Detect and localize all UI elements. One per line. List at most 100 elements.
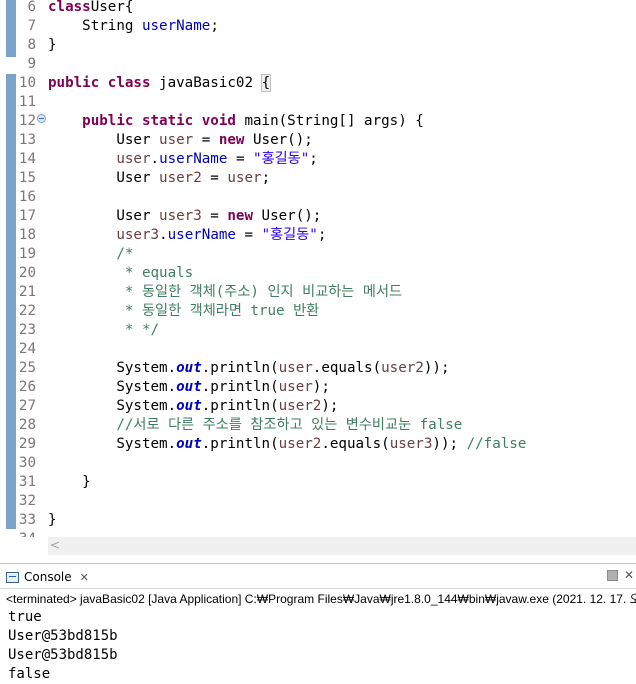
line-number: 16 xyxy=(18,189,36,205)
code-token: System. xyxy=(48,398,177,414)
code-line[interactable]: 32 xyxy=(0,492,636,511)
line-number: 10 xyxy=(18,75,36,91)
code-line[interactable]: 15 User user2 = user; xyxy=(0,169,636,188)
code-token: * 동일한 객체라면 true 반환 xyxy=(48,303,320,319)
code-token: user3 xyxy=(389,436,433,452)
code-text: * 동일한 객체라면 true 반환 xyxy=(48,302,319,321)
line-number: 13 xyxy=(18,132,36,148)
console-tab-label: Console xyxy=(24,570,72,584)
code-text: user3.userName = "홍길동"; xyxy=(48,226,326,245)
code-token: class xyxy=(107,75,151,91)
code-line[interactable]: 6 classUser{ xyxy=(0,0,636,17)
code-token: userName xyxy=(159,151,228,167)
code-line[interactable]: 19 /* xyxy=(0,245,636,264)
code-text: } xyxy=(48,36,57,55)
code-line[interactable]: 27 System.out.println(user2); xyxy=(0,397,636,416)
code-line[interactable]: 31 } xyxy=(0,473,636,492)
fold-collapse-icon[interactable] xyxy=(37,114,46,123)
line-number: 33 xyxy=(18,512,36,528)
code-line[interactable]: 12 public static void main(String[] args… xyxy=(0,112,636,131)
code-token: = xyxy=(193,132,219,148)
code-line[interactable]: 26 System.out.println(user); xyxy=(0,378,636,397)
code-line[interactable]: 20 * equals xyxy=(0,264,636,283)
code-token: out xyxy=(176,379,202,395)
code-token: )); xyxy=(432,436,467,452)
code-token: user xyxy=(116,151,151,167)
horizontal-scrollbar[interactable]: < xyxy=(48,537,636,555)
code-line[interactable]: 9 xyxy=(0,55,636,74)
code-line[interactable]: 24 xyxy=(0,340,636,359)
line-number: 27 xyxy=(18,398,36,414)
code-text: } xyxy=(48,473,91,492)
code-line[interactable]: 21 * 동일한 객체(주소) 인지 비교하는 메서드 xyxy=(0,283,636,302)
code-token: ); xyxy=(312,379,330,395)
code-line[interactable]: 22 * 동일한 객체라면 true 반환 xyxy=(0,302,636,321)
console-output-line: true xyxy=(8,609,42,625)
close-icon[interactable]: ✕ xyxy=(80,571,89,584)
line-number: 19 xyxy=(18,246,36,262)
code-token: main(String[] args) { xyxy=(235,113,424,129)
code-token: .equals( xyxy=(321,436,390,452)
code-editor[interactable]: 6 classUser{7 String userName; 8} 9 10 public… xyxy=(0,0,636,537)
code-token: new xyxy=(227,208,254,224)
code-line[interactable]: 11 xyxy=(0,93,636,112)
console-tab[interactable]: Console ✕ xyxy=(6,568,89,586)
line-number: 34 xyxy=(14,530,36,537)
console-output[interactable]: true User@53bd815b User@53bd815b false xyxy=(8,608,636,684)
code-token: String xyxy=(48,18,142,34)
code-line[interactable]: 23 * */ xyxy=(0,321,636,340)
code-token: out xyxy=(176,436,202,452)
code-token: { xyxy=(260,74,272,92)
code-line[interactable]: 34 xyxy=(0,530,636,537)
code-token: "홍길동" xyxy=(253,151,310,167)
code-token: * 동일한 객체(주소) 인지 비교하는 메서드 xyxy=(48,284,403,300)
line-number: 12 xyxy=(18,113,36,129)
code-text: User user = new User(); xyxy=(48,131,312,150)
code-line[interactable]: 28 //서로 다른 주소를 참조하고 있는 변수비교눈 false xyxy=(0,416,636,435)
code-token: user2 xyxy=(278,398,322,414)
line-number: 32 xyxy=(18,493,36,509)
code-line[interactable]: 16 xyxy=(0,188,636,207)
code-token: .println( xyxy=(201,436,279,452)
line-number: 20 xyxy=(18,265,36,281)
code-line[interactable]: 7 String userName; xyxy=(0,17,636,36)
code-token: .println( xyxy=(201,379,279,395)
panel-divider xyxy=(0,555,636,563)
line-number: 17 xyxy=(18,208,36,224)
close-view-icon[interactable]: ✕ xyxy=(624,568,634,582)
code-line[interactable]: 29 System.out.println(user2.equals(user3… xyxy=(0,435,636,454)
code-text: } xyxy=(48,511,57,530)
code-token: void xyxy=(201,113,236,129)
console-output-line: User@53bd815b xyxy=(8,647,118,663)
code-token: = xyxy=(227,151,254,167)
code-line[interactable]: 14 user.userName = "홍길동"; xyxy=(0,150,636,169)
line-number: 14 xyxy=(18,151,36,167)
line-number: 8 xyxy=(27,37,36,53)
code-token: userName xyxy=(141,18,211,34)
code-text: /* xyxy=(48,245,133,264)
code-token: User{ xyxy=(90,0,134,15)
code-line[interactable]: 30 xyxy=(0,454,636,473)
code-line[interactable]: 8} xyxy=(0,36,636,55)
code-line[interactable]: 33} xyxy=(0,511,636,530)
code-line[interactable]: 13 User user = new User(); xyxy=(0,131,636,150)
code-token: = xyxy=(201,170,228,186)
code-token: user2 xyxy=(381,360,424,376)
code-token: System. xyxy=(48,436,177,452)
code-token: } xyxy=(48,512,57,528)
line-number: 25 xyxy=(18,360,36,376)
line-number: 9 xyxy=(27,56,36,72)
code-text: System.out.println(user2); xyxy=(48,397,338,416)
code-token: * */ xyxy=(48,322,160,338)
code-line[interactable]: 18 user3.userName = "홍길동"; xyxy=(0,226,636,245)
code-line[interactable]: 17 User user3 = new User(); xyxy=(0,207,636,226)
scroll-left-icon[interactable]: < xyxy=(50,538,60,552)
terminate-icon[interactable] xyxy=(606,570,618,581)
code-line[interactable]: 10 public class javaBasic02 { xyxy=(0,74,636,93)
code-line[interactable]: 25 System.out.println(user.equals(user2)… xyxy=(0,359,636,378)
code-text: user.userName = "홍길동"; xyxy=(48,150,317,169)
code-token: user2 xyxy=(278,436,322,452)
code-token: user xyxy=(159,132,194,148)
